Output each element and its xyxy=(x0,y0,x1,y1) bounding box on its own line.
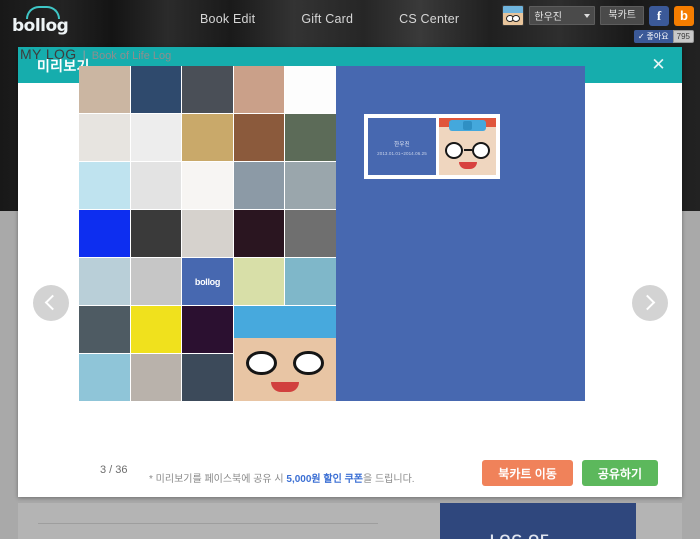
photo-tile xyxy=(182,66,233,113)
nav-item-gift-card[interactable]: Gift Card xyxy=(301,12,353,26)
photo-card-image xyxy=(439,117,496,175)
photo-tile-portrait xyxy=(233,306,336,401)
photo-tile xyxy=(79,114,130,161)
photo-card-name: 한우진 xyxy=(394,141,410,148)
like-label: 좋아요 xyxy=(646,32,669,41)
nav-item-cs-center[interactable]: CS Center xyxy=(399,12,459,26)
like-button[interactable]: ✓ 좋아요 xyxy=(633,30,673,43)
promo-highlight: 5,000원 할인 쿠폰 xyxy=(286,474,363,485)
photo-tile xyxy=(130,306,182,353)
bow-shape xyxy=(449,119,486,131)
share-button[interactable]: 공유하기 xyxy=(581,460,658,486)
chevron-right-icon xyxy=(639,294,656,311)
blogger-icon[interactable]: b xyxy=(674,5,694,26)
user-dropdown[interactable]: 한우진 xyxy=(529,6,596,25)
photo-card-caption: 한우진 2013.01.01~2014.06.25 xyxy=(368,117,436,175)
book-page-right[interactable]: 한우진 2013.01.01~2014.06.25 xyxy=(336,66,585,401)
photo-card-date-range: 2013.01.01~2014.06.25 xyxy=(377,150,427,156)
top-navigation-bar: bollog Book Edit Gift Card CS Center 한우진… xyxy=(0,0,700,43)
photo-tile xyxy=(233,114,285,161)
photo-tile xyxy=(182,306,233,353)
photo-tile xyxy=(79,354,130,401)
photo-tile xyxy=(233,258,285,305)
photo-tile xyxy=(182,354,233,401)
page-counter: 3 / 36 xyxy=(100,464,128,476)
mouth-shape xyxy=(459,161,477,169)
like-count: 795 xyxy=(672,30,694,43)
photo-tile xyxy=(182,162,233,209)
photo-tile xyxy=(79,306,130,353)
modal-actions: 북카트 이동 공유하기 xyxy=(482,460,658,486)
promo-text: * 미리보기를 페이스북에 공유 시 5,000원 할인 쿠폰을 드립니다. xyxy=(149,470,415,485)
logo-wordmark: bollog xyxy=(12,16,69,36)
prev-page-button[interactable] xyxy=(33,285,69,321)
photo-tile xyxy=(285,114,336,161)
main-nav: Book Edit Gift Card CS Center xyxy=(200,12,459,26)
photo-tile-bollog-logo: bollog xyxy=(182,258,233,305)
avatar[interactable] xyxy=(502,5,525,26)
photo-tile xyxy=(130,210,182,257)
glasses-bridge xyxy=(464,148,472,151)
next-page-button[interactable] xyxy=(632,285,668,321)
close-icon[interactable]: ✕ xyxy=(649,55,668,74)
photo-tile xyxy=(285,258,336,305)
photo-tile xyxy=(79,66,130,113)
go-to-cart-button[interactable]: 북카트 이동 xyxy=(482,460,573,486)
app-root: bollog Book Edit Gift Card CS Center 한우진… xyxy=(0,0,700,539)
promo-suffix: 을 드립니다. xyxy=(362,474,415,485)
book-spread: bollog 한우진 2013.01.01~2014.06.25 xyxy=(79,66,585,401)
photo-tile xyxy=(130,114,182,161)
site-logo[interactable]: bollog xyxy=(12,6,74,36)
collage-logo-text: bollog xyxy=(194,276,221,287)
breadcrumb-separator: | xyxy=(82,48,86,62)
check-icon: ✓ xyxy=(637,32,645,41)
background-blue-panel-text: LOG OF xyxy=(490,531,550,539)
photo-tile xyxy=(130,258,182,305)
chevron-left-icon xyxy=(44,294,61,311)
photo-collage-grid: bollog xyxy=(79,66,336,401)
photo-tile xyxy=(79,210,130,257)
photo-tile xyxy=(79,162,130,209)
promo-prefix: * 미리보기를 페이스북에 공유 시 xyxy=(149,474,287,485)
photo-tile xyxy=(130,354,182,401)
photo-tile xyxy=(285,210,336,257)
photo-tile xyxy=(285,162,336,209)
background-blue-panel: LOG OF xyxy=(440,503,636,539)
breadcrumb-secondary: Book of Life Log xyxy=(91,50,172,62)
photo-tile xyxy=(182,210,233,257)
photo-tile xyxy=(130,162,182,209)
facebook-like-badge[interactable]: ✓ 좋아요 795 xyxy=(633,30,694,43)
photo-tile xyxy=(285,66,336,113)
photo-tile xyxy=(79,258,130,305)
photo-tile xyxy=(233,210,285,257)
book-cart-button[interactable]: 북카트 xyxy=(600,6,644,25)
photo-tile xyxy=(233,162,285,209)
breadcrumb: MY LOG | Book of Life Log xyxy=(20,46,171,62)
background-divider xyxy=(38,523,378,524)
book-page-left[interactable]: bollog xyxy=(79,66,336,401)
photo-card: 한우진 2013.01.01~2014.06.25 xyxy=(364,113,500,179)
user-controls: 한우진 북카트 f b xyxy=(502,5,694,26)
photo-tile xyxy=(182,114,233,161)
breadcrumb-primary: MY LOG xyxy=(20,46,77,62)
glasses-right-lens xyxy=(472,141,490,159)
nav-item-book-edit[interactable]: Book Edit xyxy=(200,12,255,26)
facebook-icon[interactable]: f xyxy=(649,5,669,26)
chevron-down-icon xyxy=(584,13,591,18)
user-name: 한우진 xyxy=(534,12,562,23)
photo-tile xyxy=(233,66,285,113)
photo-tile xyxy=(130,66,182,113)
glasses-left-lens xyxy=(445,141,463,159)
